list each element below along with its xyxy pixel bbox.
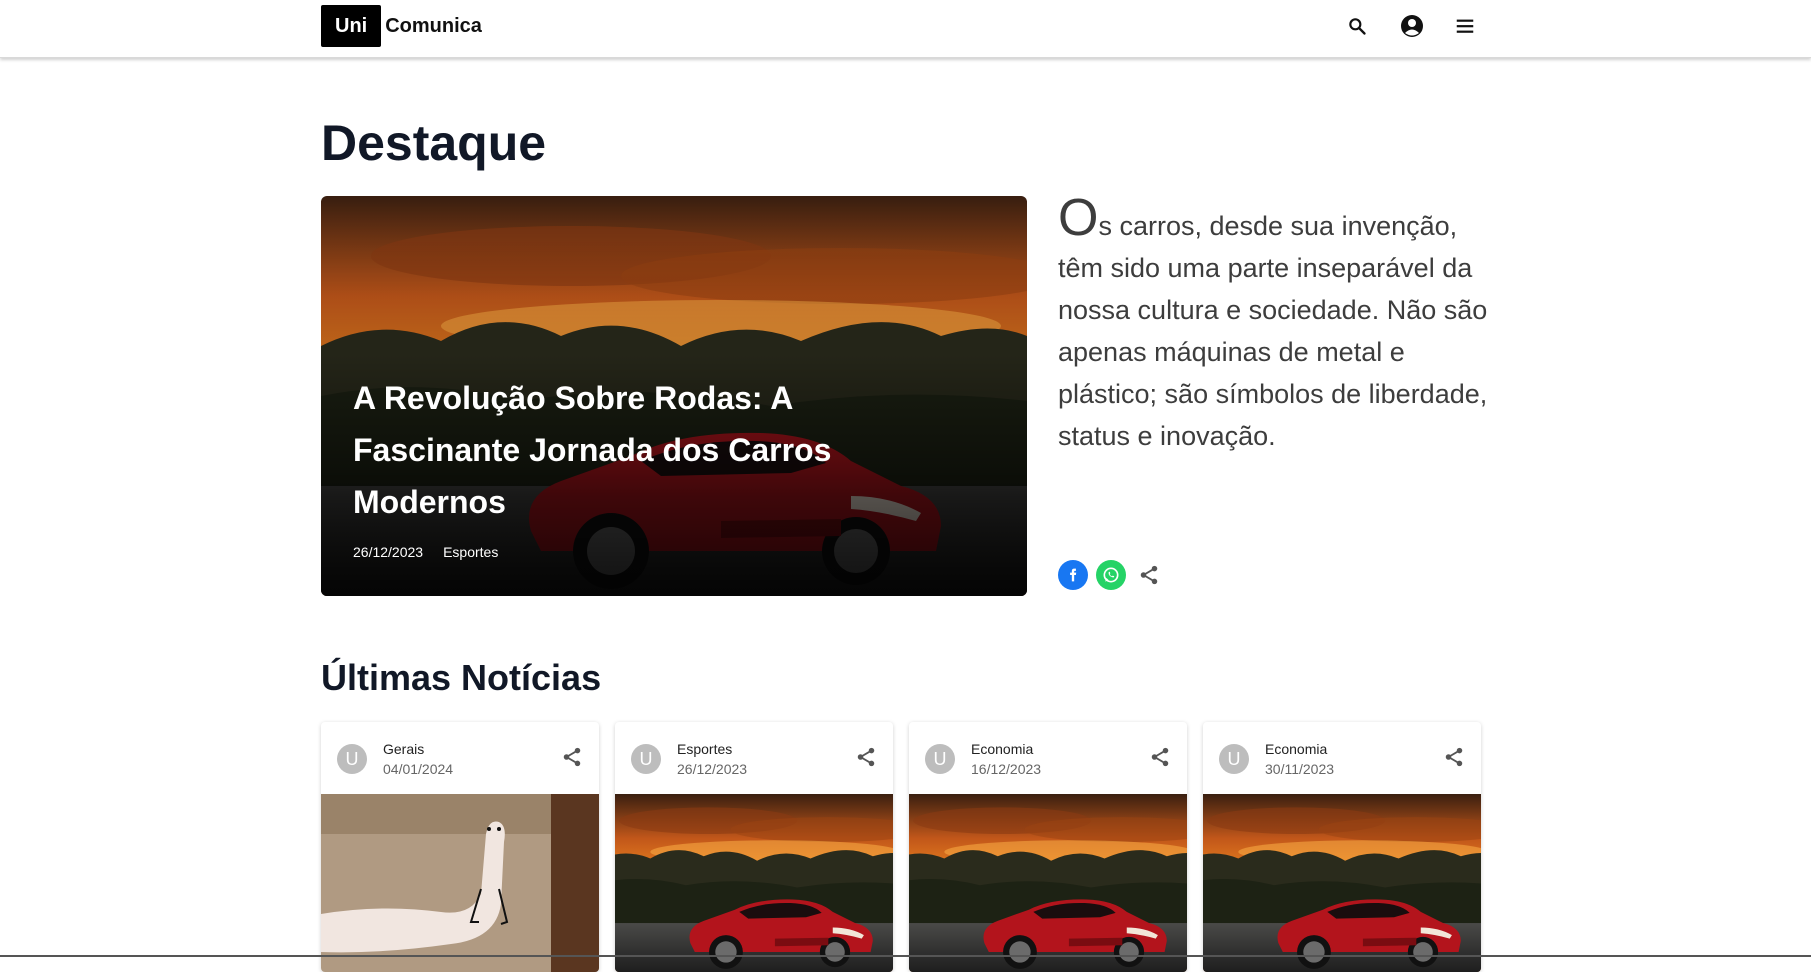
featured-article-meta: 26/12/2023 Esportes xyxy=(353,544,498,560)
search-icon[interactable] xyxy=(1344,13,1370,39)
news-card-date: 04/01/2024 xyxy=(383,761,454,777)
red-car-sunset-photo xyxy=(615,794,893,972)
featured-lead-text: Os carros, desde sua invenção, têm sido … xyxy=(1058,192,1508,457)
news-card-date: 30/11/2023 xyxy=(1265,761,1335,777)
news-card-category: Gerais xyxy=(383,741,425,757)
news-card[interactable]: U Gerais 04/01/2024 xyxy=(321,722,599,972)
news-card-header: U Esportes 26/12/2023 xyxy=(615,722,893,794)
avatar: U xyxy=(925,744,955,774)
lead-text-body: s carros, desde sua invenção, têm sido u… xyxy=(1058,211,1488,451)
lead-dropcap: O xyxy=(1058,189,1099,247)
snake-toy-photo xyxy=(321,794,599,972)
news-card-image[interactable] xyxy=(909,794,1187,972)
red-car-sunset-photo xyxy=(909,794,1187,972)
news-card[interactable]: U Economia 30/11/2023 xyxy=(1203,722,1481,972)
news-card-category: Esportes xyxy=(677,741,733,757)
news-card-header: U Gerais 04/01/2024 xyxy=(321,722,599,794)
share-icon[interactable] xyxy=(853,744,879,770)
logo-box: Uni xyxy=(321,5,382,47)
featured-article-title[interactable]: A Revolução Sobre Rodas: A Fascinante Jo… xyxy=(353,372,913,528)
share-icon[interactable] xyxy=(1441,744,1467,770)
featured-heading: Destaque xyxy=(321,115,547,171)
news-card[interactable]: U Economia 16/12/2023 xyxy=(909,722,1187,972)
whatsapp-icon[interactable] xyxy=(1096,560,1126,590)
avatar: U xyxy=(631,744,661,774)
news-card-category: Economia xyxy=(1265,741,1328,757)
news-card-header: U Economia 16/12/2023 xyxy=(909,722,1187,794)
news-card-category: Economia xyxy=(971,741,1034,757)
facebook-icon[interactable] xyxy=(1058,560,1088,590)
menu-icon[interactable] xyxy=(1452,13,1478,39)
news-card-image[interactable] xyxy=(321,794,599,972)
featured-article-card[interactable]: A Revolução Sobre Rodas: A Fascinante Jo… xyxy=(321,196,1027,596)
featured-share-row xyxy=(1058,560,1164,590)
avatar: U xyxy=(337,744,367,774)
share-icon[interactable] xyxy=(1134,560,1164,590)
share-icon[interactable] xyxy=(1147,744,1173,770)
news-card-image[interactable] xyxy=(1203,794,1481,972)
news-card[interactable]: U Esportes 26/12/2023 xyxy=(615,722,893,972)
share-icon[interactable] xyxy=(559,744,585,770)
logo-text: Comunica xyxy=(385,14,482,37)
news-card-image[interactable] xyxy=(615,794,893,972)
latest-news-heading: Últimas Notícias xyxy=(321,657,602,698)
news-card-header: U Economia 30/11/2023 xyxy=(1203,722,1481,794)
featured-article-date: 26/12/2023 xyxy=(353,544,424,560)
red-car-sunset-photo xyxy=(1203,794,1481,972)
site-logo[interactable]: Uni Comunica xyxy=(321,5,482,47)
avatar: U xyxy=(1219,744,1249,774)
news-card-date: 16/12/2023 xyxy=(971,761,1042,777)
featured-article-category[interactable]: Esportes xyxy=(443,544,498,560)
top-navbar: Uni Comunica xyxy=(0,0,1811,58)
news-card-date: 26/12/2023 xyxy=(677,761,748,777)
account-circle-icon[interactable] xyxy=(1399,13,1425,39)
